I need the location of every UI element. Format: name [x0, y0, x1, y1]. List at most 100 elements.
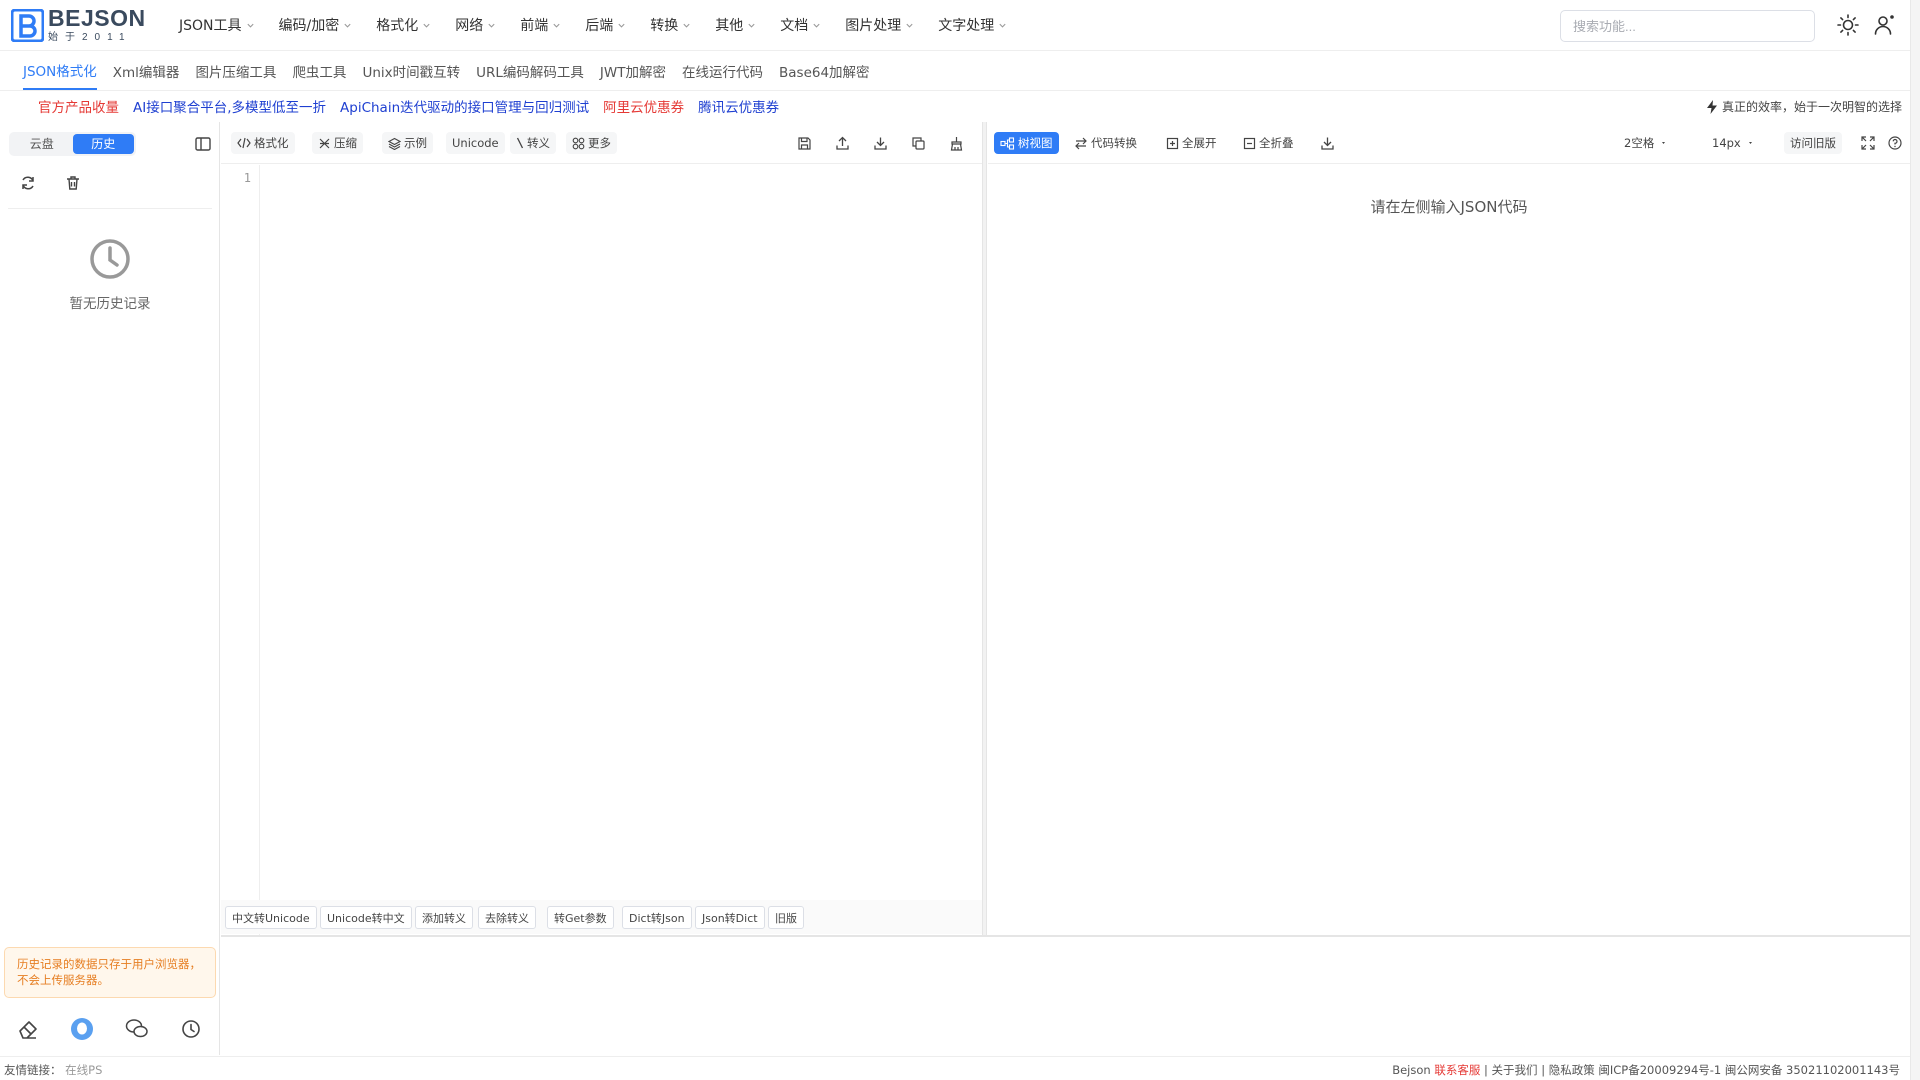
- dict-to-json-button[interactable]: Dict转Json: [622, 906, 692, 929]
- copy-button[interactable]: [907, 132, 929, 154]
- collapse-all-button[interactable]: 全折叠: [1237, 132, 1300, 154]
- eraser-icon[interactable]: [15, 1016, 41, 1042]
- visit-old-version-button[interactable]: 访问旧版: [1784, 132, 1842, 154]
- tab-run-code[interactable]: 在线运行代码: [682, 52, 763, 90]
- promo-link[interactable]: 官方产品收量: [38, 96, 119, 116]
- example-button[interactable]: 示例: [382, 132, 433, 154]
- chevron-down-icon: [748, 23, 755, 28]
- nav-format[interactable]: 格式化: [376, 15, 431, 35]
- download-icon: [1320, 137, 1334, 150]
- nav-other[interactable]: 其他: [715, 15, 756, 35]
- seg-history[interactable]: 历史: [72, 134, 134, 154]
- divider: [8, 208, 212, 209]
- help-button[interactable]: [1884, 132, 1906, 154]
- tab-jwt[interactable]: JWT加解密: [600, 52, 666, 90]
- storage-toggle: 云盘 历史: [9, 132, 136, 156]
- download-icon: [873, 137, 887, 150]
- nav-docs[interactable]: 文档: [780, 15, 821, 35]
- nav-json-tools[interactable]: JSON工具: [179, 15, 255, 35]
- tab-xml-editor[interactable]: Xml编辑器: [113, 52, 180, 90]
- save-icon: [797, 136, 811, 150]
- caret-down-icon: [1662, 142, 1666, 144]
- chevron-down-icon: [344, 23, 351, 28]
- nav-convert[interactable]: 转换: [650, 15, 691, 35]
- indent-select[interactable]: 2空格: [1618, 132, 1679, 154]
- upload-button[interactable]: [831, 132, 853, 154]
- wechat-icon[interactable]: [124, 1016, 150, 1042]
- download-result-button[interactable]: [1316, 132, 1338, 154]
- nav-network[interactable]: 网络: [455, 15, 496, 35]
- chevron-down-icon: [246, 23, 254, 28]
- to-get-params-button[interactable]: 转Get参数: [547, 906, 614, 929]
- nav-backend[interactable]: 后端: [585, 15, 626, 35]
- tab-crawler[interactable]: 爬虫工具: [292, 52, 346, 90]
- font-size-select[interactable]: 14px: [1706, 132, 1766, 154]
- caret-down-icon: [1748, 142, 1752, 144]
- trash-icon[interactable]: [64, 174, 82, 192]
- history-notice: 历史记录的数据只存于用户浏览器，不会上传服务器。: [4, 947, 216, 998]
- remove-escape-button[interactable]: 去除转义: [478, 906, 536, 929]
- chevron-down-icon: [488, 23, 495, 28]
- tree-icon: [1000, 136, 1015, 150]
- logo-subtitle: 始于2011: [48, 32, 132, 43]
- chevron-down-icon: [553, 23, 560, 28]
- old-version-button[interactable]: 旧版: [768, 906, 804, 929]
- chevron-down-icon: [999, 23, 1006, 28]
- download-button[interactable]: [869, 132, 891, 154]
- editor-bottom-actions: 中文转Unicode Unicode转中文 添加转义 去除转义 转Get参数 D…: [221, 900, 982, 934]
- unicode-button[interactable]: Unicode: [446, 132, 505, 154]
- add-escape-button[interactable]: 添加转义: [415, 906, 473, 929]
- code-convert-button[interactable]: 代码转换: [1068, 132, 1143, 154]
- clear-button[interactable]: [945, 132, 967, 154]
- unicode-to-cn-button[interactable]: Unicode转中文: [320, 906, 412, 929]
- tab-json-format[interactable]: JSON格式化: [23, 52, 97, 90]
- save-button[interactable]: [793, 132, 815, 154]
- json-editor: 格式化 压缩 示例 Unicode 转义 更多 1 中文转Unicode Uni…: [221, 122, 982, 935]
- nav-frontend[interactable]: 前端: [520, 15, 561, 35]
- tab-base64[interactable]: Base64加解密: [779, 52, 870, 90]
- tree-view-button[interactable]: 树视图: [994, 132, 1059, 154]
- footer-legal: | 关于我们 | 隐私政策 闽ICP备20009294号-1 闽公网安备 350…: [1484, 1063, 1900, 1077]
- qq-icon[interactable]: [69, 1016, 95, 1042]
- seg-cloud[interactable]: 云盘: [11, 134, 73, 154]
- promo-link[interactable]: 阿里云优惠券: [603, 96, 684, 116]
- search-input[interactable]: [1560, 10, 1815, 42]
- clock-icon: [90, 239, 130, 279]
- more-button[interactable]: 更多: [566, 132, 617, 154]
- expand-all-button[interactable]: 全展开: [1160, 132, 1223, 154]
- promo-link[interactable]: AI接口聚合平台,多模型低至一折: [133, 96, 326, 116]
- nav-image[interactable]: 图片处理: [845, 15, 914, 35]
- user-icon[interactable]: [1872, 13, 1896, 37]
- cn-to-unicode-button[interactable]: 中文转Unicode: [225, 906, 317, 929]
- json-to-dict-button[interactable]: Json转Dict: [695, 906, 765, 929]
- fullscreen-button[interactable]: [1857, 132, 1879, 154]
- chevron-down-icon: [423, 23, 430, 28]
- nav-text[interactable]: 文字处理: [938, 15, 1007, 35]
- compress-button[interactable]: 压缩: [312, 132, 363, 154]
- contact-link[interactable]: 联系客服: [1434, 1063, 1480, 1077]
- format-button[interactable]: 格式化: [231, 132, 295, 154]
- promo-link[interactable]: 腾讯云优惠券: [698, 96, 779, 116]
- friend-link[interactable]: 在线PS: [65, 1063, 102, 1077]
- refresh-icon[interactable]: [19, 174, 37, 192]
- tab-image-compress[interactable]: 图片压缩工具: [195, 52, 276, 90]
- promo-link[interactable]: ApiChain迭代驱动的接口管理与回归测试: [340, 96, 589, 116]
- json-input[interactable]: [261, 165, 981, 885]
- result-placeholder: 请在左侧输入JSON代码: [1370, 198, 1528, 216]
- logo[interactable]: BEJSON 始于2011: [11, 7, 161, 43]
- upload-icon: [835, 136, 849, 150]
- bottom-panel: [221, 935, 1910, 1055]
- header: BEJSON 始于2011 JSON工具 编码/加密 格式化 网络 前端 后端 …: [0, 0, 1910, 51]
- page-scrollbar[interactable]: [1910, 0, 1920, 1080]
- fullscreen-icon: [1861, 136, 1875, 150]
- footer-info: Bejson 联系客服 | 关于我们 | 隐私政策 闽ICP备20009294号…: [1392, 1062, 1900, 1078]
- nav-encoding[interactable]: 编码/加密: [279, 15, 353, 35]
- swap-icon: [1075, 137, 1087, 149]
- tab-unix-timestamp[interactable]: Unix时间戳互转: [362, 52, 460, 90]
- theme-sun-icon[interactable]: [1836, 13, 1860, 37]
- tab-url-encode[interactable]: URL编码解码工具: [476, 52, 584, 90]
- pane-splitter[interactable]: [982, 122, 987, 935]
- escape-button[interactable]: 转义: [510, 132, 556, 154]
- clock-icon[interactable]: [178, 1016, 204, 1042]
- sidebar-collapse-icon[interactable]: [194, 135, 212, 153]
